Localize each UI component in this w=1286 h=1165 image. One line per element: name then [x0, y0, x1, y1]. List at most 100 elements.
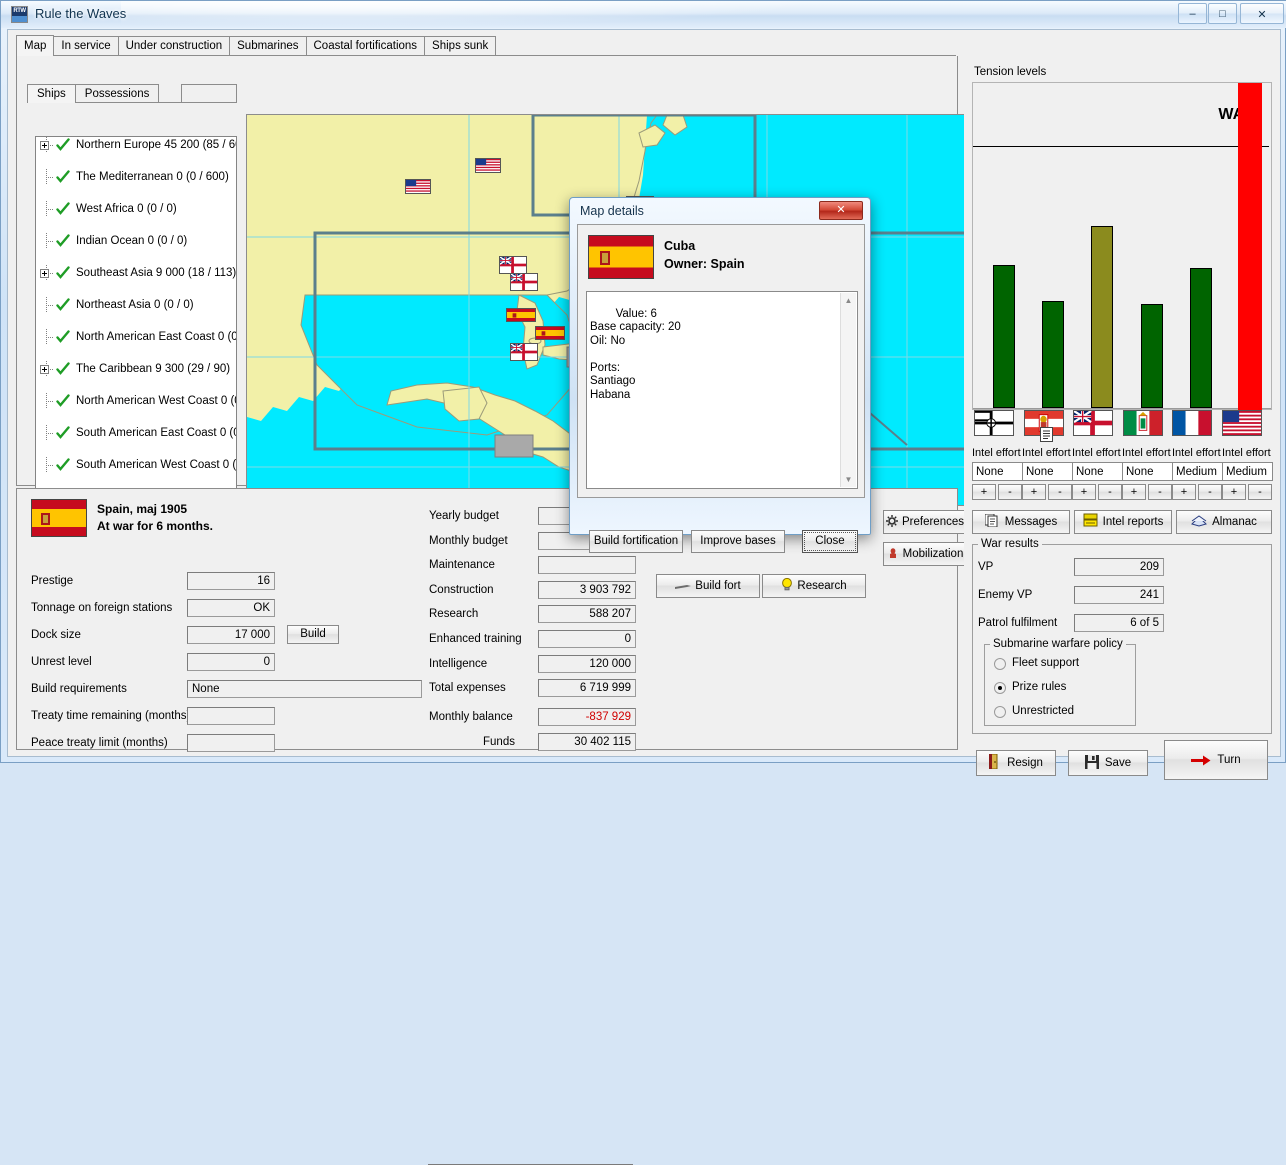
resign-button[interactable]: Resign: [976, 750, 1056, 776]
tree-node[interactable]: Northeast Asia 0 (0 / 0): [36, 297, 236, 313]
intel-reports-button[interactable]: Intel reports: [1074, 510, 1172, 534]
map-flag-es[interactable]: [506, 308, 536, 322]
expand-icon[interactable]: [40, 365, 49, 374]
nation-flag-fr[interactable]: [1172, 410, 1212, 436]
tree-node-label: South American West Coast 0 (0: [76, 459, 237, 471]
save-button[interactable]: Save: [1068, 750, 1148, 776]
subtab-possessions[interactable]: Possessions: [75, 84, 160, 103]
tab-coastal-fortifications[interactable]: Coastal fortifications: [306, 36, 426, 55]
stat-value-field[interactable]: [187, 707, 275, 725]
map-flag-gb[interactable]: [499, 256, 527, 274]
minimize-button[interactable]: –: [1178, 3, 1207, 24]
intel-decrease-button[interactable]: -: [1148, 484, 1172, 500]
stat-value-field[interactable]: None: [187, 680, 422, 698]
tab-submarines[interactable]: Submarines: [229, 36, 306, 55]
intel-effort-value[interactable]: Medium: [1172, 462, 1223, 481]
tree-node[interactable]: South American West Coast 0 (0: [36, 457, 236, 473]
map-flag-gb[interactable]: [510, 343, 538, 361]
map-flag-gb[interactable]: [510, 273, 538, 291]
tree-node[interactable]: West Africa 0 (0 / 0): [36, 201, 236, 217]
stat-value-field[interactable]: 17 000: [187, 626, 275, 644]
budget-value-field[interactable]: 0: [538, 630, 636, 648]
intel-decrease-button[interactable]: -: [1098, 484, 1122, 500]
messages-button[interactable]: Messages: [972, 510, 1070, 534]
budget-value-field[interactable]: 120 000: [538, 655, 636, 673]
dialog-improve-bases-button[interactable]: Improve bases: [691, 530, 785, 553]
map-flag-us[interactable]: [405, 179, 431, 194]
maximize-icon: □: [1209, 8, 1236, 20]
stat-label: Build requirements: [31, 683, 127, 695]
intel-increase-button[interactable]: +: [1172, 484, 1196, 500]
intel-effort-value[interactable]: None: [1122, 462, 1173, 481]
budget-value-field[interactable]: 3 903 792: [538, 581, 636, 599]
region-owner: Owner: Spain: [664, 255, 745, 273]
research-button[interactable]: Research: [762, 574, 866, 598]
intel-increase-button[interactable]: +: [1122, 484, 1146, 500]
intel-decrease-button[interactable]: -: [998, 484, 1022, 500]
details-scrollbar[interactable]: ▲ ▼: [840, 293, 856, 487]
map-flag-es[interactable]: [535, 326, 565, 340]
intel-increase-button[interactable]: +: [1222, 484, 1246, 500]
build-fort-button[interactable]: Build fort: [656, 574, 760, 598]
close-button[interactable]: ✕: [1240, 3, 1284, 24]
intel-decrease-button[interactable]: -: [1048, 484, 1072, 500]
intel-increase-button[interactable]: +: [972, 484, 996, 500]
scroll-up-arrow[interactable]: ▲: [841, 293, 856, 308]
possession-tree[interactable]: Northern Europe 45 200 (85 / 60 The Medit…: [35, 136, 237, 506]
radio-prize-rules[interactable]: [994, 682, 1006, 694]
budget-value-field[interactable]: 588 207: [538, 605, 636, 623]
radio-unrestricted[interactable]: [994, 706, 1006, 718]
title-bar: RTW Rule the Waves – □ ✕: [1, 1, 1286, 28]
map-flag-us[interactable]: [475, 158, 501, 173]
budget-value-field[interactable]: 6 719 999: [538, 679, 636, 697]
scroll-down-arrow[interactable]: ▼: [841, 472, 856, 487]
stat-value-field[interactable]: 16: [187, 572, 275, 590]
tree-node[interactable]: North American East Coast 0 (0 /: [36, 329, 236, 345]
tree-node[interactable]: Indian Ocean 0 (0 / 0): [36, 233, 236, 249]
intel-decrease-button[interactable]: -: [1198, 484, 1222, 500]
tree-node[interactable]: The Mediterranean 0 (0 / 600): [36, 169, 236, 185]
nation-flag-us[interactable]: [1222, 410, 1262, 436]
tab-ships-sunk[interactable]: Ships sunk: [424, 36, 496, 55]
region-details-text[interactable]: Value: 6 Base capacity: 20 Oil: No Ports…: [586, 291, 858, 489]
radio-label[interactable]: Fleet support: [1012, 657, 1079, 669]
maximize-button[interactable]: □: [1208, 3, 1237, 24]
intel-effort-value[interactable]: Medium: [1222, 462, 1273, 481]
stat-value-field[interactable]: 0: [187, 653, 275, 671]
intel-increase-button[interactable]: +: [1022, 484, 1046, 500]
dialog-build-fortification-button[interactable]: Build fortification: [589, 530, 683, 553]
mobilization-button[interactable]: Mobilization: [883, 542, 967, 566]
nation-flag-it[interactable]: [1123, 410, 1163, 436]
dialog-close-button[interactable]: Close: [802, 530, 858, 553]
tree-node[interactable]: South American East Coast 0 (0 ,: [36, 425, 236, 441]
build-dock-button[interactable]: Build: [287, 625, 339, 644]
tree-node[interactable]: North American West Coast 0 (0: [36, 393, 236, 409]
war-results-legend: War results: [978, 538, 1042, 550]
subtab-ships[interactable]: Ships: [27, 84, 76, 103]
turn-button[interactable]: Turn: [1164, 740, 1268, 780]
intel-effort-value[interactable]: None: [1022, 462, 1073, 481]
tab-map[interactable]: Map: [16, 35, 54, 56]
radio-label[interactable]: Prize rules: [1012, 681, 1066, 693]
budget-value-field[interactable]: [538, 556, 636, 574]
almanac-button[interactable]: Almanac: [1176, 510, 1272, 534]
stat-value-field[interactable]: OK: [187, 599, 275, 617]
dialog-close-button[interactable]: ✕: [819, 201, 863, 220]
expand-icon[interactable]: [40, 269, 49, 278]
radio-label[interactable]: Unrestricted: [1012, 705, 1074, 717]
expand-icon[interactable]: [40, 141, 49, 150]
tree-node[interactable]: The Caribbean 9 300 (29 / 90): [36, 361, 236, 377]
preferences-button[interactable]: Preferences: [883, 510, 967, 534]
tab-in-service[interactable]: In service: [53, 36, 118, 55]
nation-flag-de[interactable]: [974, 410, 1014, 436]
stat-value-field[interactable]: [187, 734, 275, 752]
intel-decrease-button[interactable]: -: [1248, 484, 1272, 500]
intel-effort-value[interactable]: None: [972, 462, 1023, 481]
intel-effort-value[interactable]: None: [1072, 462, 1123, 481]
intel-increase-button[interactable]: +: [1072, 484, 1096, 500]
nation-flag-gb[interactable]: [1073, 410, 1113, 436]
radio-fleet-support[interactable]: [994, 658, 1006, 670]
tree-node[interactable]: Northern Europe 45 200 (85 / 60: [36, 137, 236, 153]
tab-under-construction[interactable]: Under construction: [118, 36, 231, 55]
tree-node[interactable]: Southeast Asia 9 000 (18 / 113): [36, 265, 236, 281]
